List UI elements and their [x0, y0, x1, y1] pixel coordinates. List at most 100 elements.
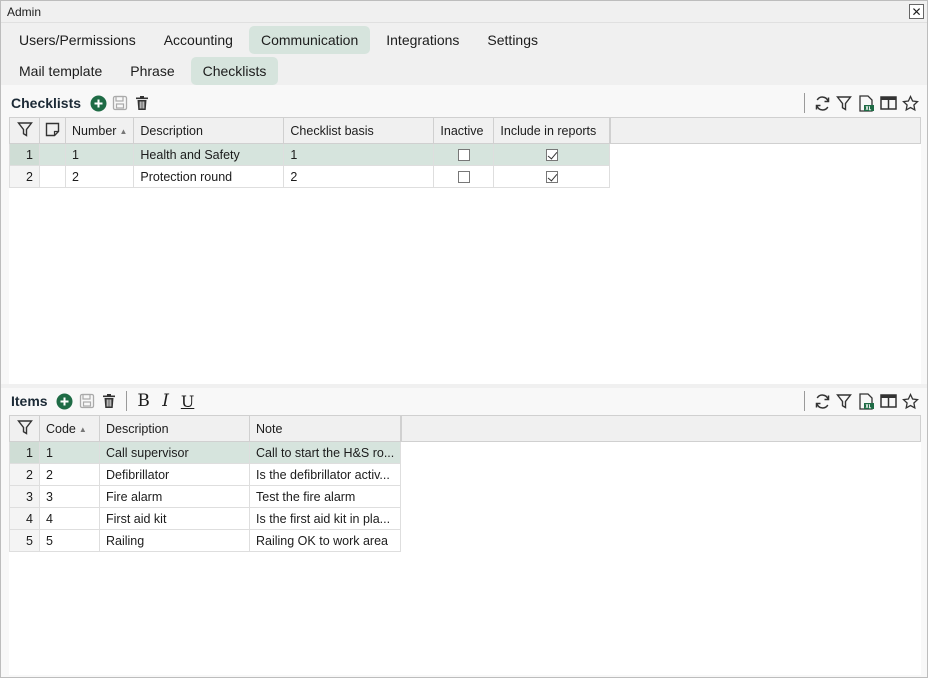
- filter-icon[interactable]: [833, 390, 855, 412]
- code-cell[interactable]: 4: [39, 507, 100, 530]
- include-cell: [493, 165, 611, 188]
- basis-cell[interactable]: 1: [283, 143, 435, 166]
- note-cell[interactable]: [39, 165, 66, 188]
- columns-icon[interactable]: [877, 92, 899, 114]
- filter-column-header[interactable]: [9, 117, 40, 144]
- number-cell[interactable]: 1: [64, 143, 135, 166]
- checklists-title: Checklists: [11, 95, 82, 111]
- export-excel-icon[interactable]: [855, 92, 877, 114]
- code-cell[interactable]: 1: [39, 441, 100, 464]
- include-cell: [493, 143, 611, 166]
- tab-accounting[interactable]: Accounting: [152, 26, 245, 54]
- sort-ascending-icon: ▲: [78, 424, 87, 434]
- items-section: Items B I U Code ▲ Description Note 1 1 …: [9, 387, 921, 675]
- table-row[interactable]: 2 2 Defibrillator Is the defibrillator a…: [9, 463, 402, 486]
- row-number: 1: [9, 441, 40, 464]
- note-cell[interactable]: [39, 143, 66, 166]
- inactive-cell: [433, 165, 495, 188]
- description-cell[interactable]: Call supervisor: [99, 441, 250, 464]
- column-header-include[interactable]: Include in reports: [493, 117, 611, 144]
- column-filter-icon[interactable]: [16, 121, 33, 137]
- note-column-header[interactable]: [39, 117, 66, 144]
- italic-button[interactable]: I: [155, 390, 177, 412]
- description-cell[interactable]: Health and Safety: [133, 143, 285, 166]
- inactive-cell: [433, 143, 495, 166]
- include-checkbox[interactable]: [545, 149, 558, 162]
- column-header-description[interactable]: Description: [99, 415, 250, 442]
- description-cell[interactable]: Fire alarm: [99, 485, 250, 508]
- checklists-table: Number ▲ Description Checklist basis Inac…: [9, 117, 611, 188]
- add-icon[interactable]: [54, 390, 76, 412]
- description-cell[interactable]: First aid kit: [99, 507, 250, 530]
- note-cell[interactable]: Is the defibrillator activ...: [248, 463, 402, 486]
- table-row[interactable]: 3 3 Fire alarm Test the fire alarm: [9, 485, 402, 508]
- delete-icon[interactable]: [131, 92, 153, 114]
- note-cell[interactable]: Call to start the H&S ro...: [248, 441, 402, 464]
- columns-icon[interactable]: [877, 390, 899, 412]
- inactive-checkbox[interactable]: [457, 149, 470, 162]
- column-header-number[interactable]: Number ▲: [64, 117, 135, 144]
- checklists-grid: Number ▲ Description Checklist basis Inac…: [9, 117, 921, 384]
- tab-phrase[interactable]: Phrase: [118, 57, 186, 85]
- save-icon[interactable]: [76, 390, 98, 412]
- description-cell[interactable]: Protection round: [133, 165, 285, 188]
- header-filler: [401, 415, 921, 442]
- code-cell[interactable]: 5: [39, 529, 100, 552]
- bold-button[interactable]: B: [133, 390, 155, 412]
- column-header-code[interactable]: Code ▲: [39, 415, 100, 442]
- note-cell[interactable]: Is the first aid kit in pla...: [248, 507, 402, 530]
- window-title: Admin: [7, 4, 42, 19]
- code-cell[interactable]: 3: [39, 485, 100, 508]
- include-checkbox[interactable]: [545, 171, 558, 184]
- table-row[interactable]: 5 5 Railing Railing OK to work area: [9, 529, 402, 552]
- row-number: 1: [9, 143, 40, 166]
- delete-icon[interactable]: [98, 390, 120, 412]
- tab-communication[interactable]: Communication: [248, 26, 371, 54]
- filter-column-header[interactable]: [9, 415, 40, 442]
- basis-cell[interactable]: 2: [283, 165, 435, 188]
- favorite-star-icon[interactable]: [899, 92, 921, 114]
- tab-integrations[interactable]: Integrations: [374, 26, 471, 54]
- description-cell[interactable]: Defibrillator: [99, 463, 250, 486]
- column-filter-icon[interactable]: [16, 419, 33, 435]
- tab-settings[interactable]: Settings: [475, 26, 550, 54]
- toolbar-separator: [804, 93, 805, 113]
- column-header-description[interactable]: Description: [133, 117, 285, 144]
- tab-checklists[interactable]: Checklists: [190, 57, 279, 85]
- filter-icon[interactable]: [833, 92, 855, 114]
- row-number: 2: [9, 165, 40, 188]
- refresh-icon[interactable]: [811, 92, 833, 114]
- export-excel-icon[interactable]: [855, 390, 877, 412]
- checklists-toolbar: Checklists: [9, 89, 921, 117]
- column-header-basis[interactable]: Checklist basis: [283, 117, 435, 144]
- tab-mail-template[interactable]: Mail template: [7, 57, 114, 85]
- note-cell[interactable]: Railing OK to work area: [248, 529, 402, 552]
- add-icon[interactable]: [87, 92, 109, 114]
- table-row[interactable]: 1 1 Health and Safety 1: [9, 143, 611, 166]
- favorite-star-icon[interactable]: [899, 390, 921, 412]
- row-number: 5: [9, 529, 40, 552]
- table-row[interactable]: 1 1 Call supervisor Call to start the H&…: [9, 441, 402, 464]
- description-cell[interactable]: Railing: [99, 529, 250, 552]
- table-row[interactable]: 4 4 First aid kit Is the first aid kit i…: [9, 507, 402, 530]
- column-header-note[interactable]: Note: [248, 415, 402, 442]
- refresh-icon[interactable]: [811, 390, 833, 412]
- close-button[interactable]: ✕: [909, 4, 924, 19]
- row-number: 3: [9, 485, 40, 508]
- tab-users-permissions[interactable]: Users/Permissions: [7, 26, 148, 54]
- save-icon[interactable]: [109, 92, 131, 114]
- toolbar-separator: [125, 391, 127, 411]
- note-cell[interactable]: Test the fire alarm: [248, 485, 402, 508]
- toolbar-separator: [804, 391, 805, 411]
- underline-button[interactable]: U: [177, 390, 199, 412]
- inactive-checkbox[interactable]: [457, 171, 470, 184]
- items-table: Code ▲ Description Note 1 1 Call supervis…: [9, 415, 402, 552]
- number-cell[interactable]: 2: [64, 165, 135, 188]
- column-header-inactive[interactable]: Inactive: [433, 117, 495, 144]
- admin-window: Admin ✕ Users/Permissions Accounting Com…: [0, 0, 928, 678]
- items-grid: Code ▲ Description Note 1 1 Call supervis…: [9, 415, 921, 675]
- title-bar: Admin ✕: [1, 1, 927, 23]
- table-row[interactable]: 2 2 Protection round 2: [9, 165, 611, 188]
- code-cell[interactable]: 2: [39, 463, 100, 486]
- main-tabs: Users/Permissions Accounting Communicati…: [1, 23, 927, 54]
